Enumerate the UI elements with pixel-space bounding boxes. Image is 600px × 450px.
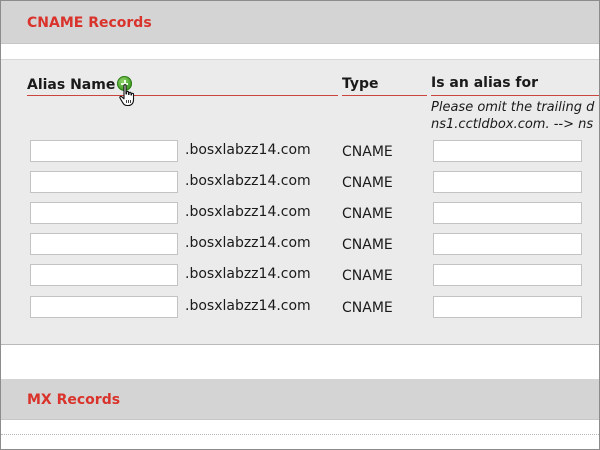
type-column-header: Type <box>342 76 379 92</box>
domain-suffix: .bosxlabzz14.com <box>185 142 311 158</box>
table-row: .bosxlabzz14.com CNAME <box>1 233 599 257</box>
domain-suffix: .bosxlabzz14.com <box>185 235 311 251</box>
hint-line-1: Please omit the trailing d <box>431 100 595 115</box>
mx-section-title: MX Records <box>27 392 121 408</box>
record-type: CNAME <box>342 300 393 316</box>
cname-section-title: CNAME Records <box>27 15 152 31</box>
table-row: .bosxlabzz14.com CNAME <box>1 264 599 288</box>
type-column-underline <box>342 95 427 96</box>
mx-section-header[interactable]: MX Records <box>1 379 599 420</box>
domain-suffix: .bosxlabzz14.com <box>185 298 311 314</box>
alias-for-column-header: Is an alias for <box>431 75 539 91</box>
domain-suffix: .bosxlabzz14.com <box>185 266 311 282</box>
alias-for-column-underline <box>431 95 599 96</box>
record-type: CNAME <box>342 268 393 284</box>
hint-line-2: ns1.cctldbox.com. --> ns <box>431 117 594 132</box>
domain-suffix: .bosxlabzz14.com <box>185 173 311 189</box>
alias-target-input[interactable] <box>433 264 582 286</box>
record-type: CNAME <box>342 144 393 160</box>
section-divider <box>1 434 599 435</box>
alias-name-input[interactable] <box>30 171 178 193</box>
record-type: CNAME <box>342 237 393 253</box>
record-type: CNAME <box>342 206 393 222</box>
alias-name-column-header: Alias Name <box>27 77 116 93</box>
table-row: .bosxlabzz14.com CNAME <box>1 296 599 320</box>
trailing-dot-hint: Please omit the trailing d ns1.cctldbox.… <box>431 99 594 133</box>
alias-target-input[interactable] <box>433 171 582 193</box>
alias-name-input[interactable] <box>30 233 178 255</box>
alias-target-input[interactable] <box>433 202 582 224</box>
table-row: .bosxlabzz14.com CNAME <box>1 140 599 164</box>
domain-suffix: .bosxlabzz14.com <box>185 204 311 220</box>
table-row: .bosxlabzz14.com CNAME <box>1 202 599 226</box>
alias-name-column-underline <box>27 95 338 96</box>
alias-target-input[interactable] <box>433 140 582 162</box>
alias-name-input[interactable] <box>30 296 178 318</box>
alias-target-input[interactable] <box>433 233 582 255</box>
section-divider <box>1 344 599 345</box>
hand-pointer-icon <box>119 84 135 107</box>
record-type: CNAME <box>342 175 393 191</box>
alias-target-input[interactable] <box>433 296 582 318</box>
alias-name-input[interactable] <box>30 140 178 162</box>
alias-name-input[interactable] <box>30 202 178 224</box>
table-row: .bosxlabzz14.com CNAME <box>1 171 599 195</box>
dns-records-panel: CNAME Records Alias Name Type Is an alia… <box>0 0 600 450</box>
alias-name-input[interactable] <box>30 264 178 286</box>
cname-section-header[interactable]: CNAME Records <box>1 1 599 44</box>
